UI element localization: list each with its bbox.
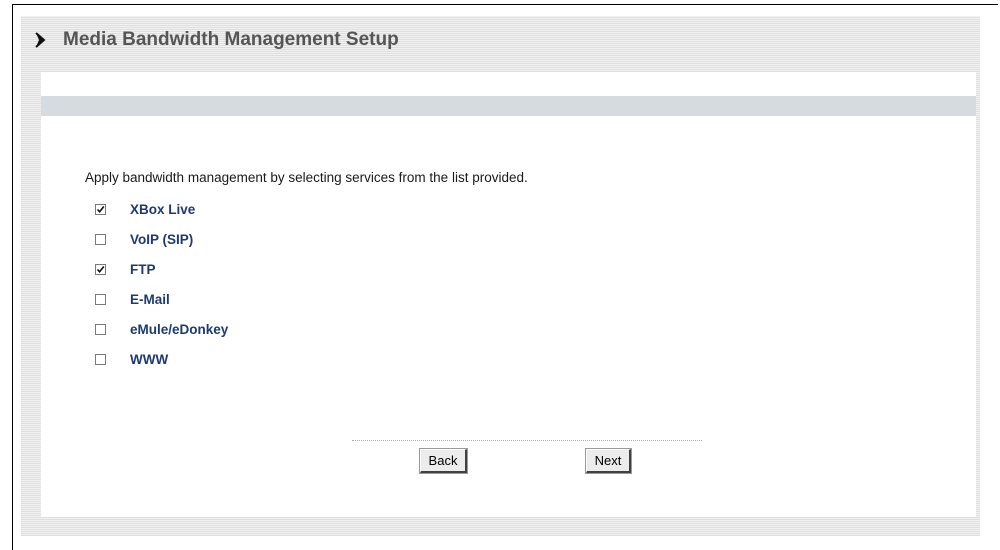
page-title: Media Bandwidth Management Setup bbox=[63, 29, 399, 50]
www-checkbox[interactable] bbox=[95, 353, 106, 365]
setup-window: Media Bandwidth Management Setup Apply b… bbox=[21, 16, 980, 536]
voip-sip-checkbox[interactable] bbox=[95, 233, 106, 245]
chevron-right-icon bbox=[35, 32, 46, 48]
service-label: eMule/eDonkey bbox=[130, 321, 229, 337]
service-row-e-mail[interactable]: E-Mail bbox=[95, 289, 170, 309]
emule-edonkey-checkbox[interactable] bbox=[95, 323, 106, 335]
service-row-ftp[interactable]: FTP bbox=[95, 259, 156, 279]
xbox-live-checkbox[interactable] bbox=[95, 203, 106, 215]
back-button[interactable]: Back bbox=[419, 448, 468, 474]
section-band bbox=[41, 96, 976, 116]
e-mail-checkbox[interactable] bbox=[95, 293, 106, 305]
checkmark-icon bbox=[96, 205, 105, 213]
service-row-xbox-live[interactable]: XBox Live bbox=[95, 199, 195, 219]
service-label: XBox Live bbox=[130, 201, 196, 217]
page-header: Media Bandwidth Management Setup bbox=[21, 16, 980, 72]
service-label: FTP bbox=[130, 261, 156, 277]
button-divider bbox=[352, 440, 702, 441]
service-row-emule-edonkey[interactable]: eMule/eDonkey bbox=[95, 319, 228, 339]
next-button[interactable]: Next bbox=[585, 448, 632, 474]
service-label: VoIP (SIP) bbox=[130, 231, 194, 247]
service-label: E-Mail bbox=[130, 291, 170, 307]
instruction-text: Apply bandwidth management by selecting … bbox=[85, 170, 528, 185]
content-panel: Apply bandwidth management by selecting … bbox=[41, 72, 976, 517]
service-label: WWW bbox=[130, 351, 169, 367]
ftp-checkbox[interactable] bbox=[95, 263, 106, 275]
service-row-www[interactable]: WWW bbox=[95, 349, 168, 369]
checkmark-icon bbox=[96, 265, 105, 273]
service-row-voip-sip[interactable]: VoIP (SIP) bbox=[95, 229, 193, 249]
